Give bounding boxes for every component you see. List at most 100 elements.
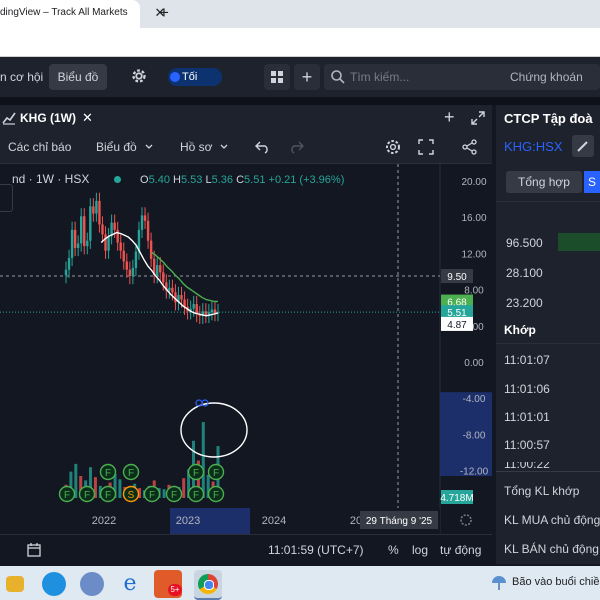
price-tick-label: 20.00 <box>461 177 486 188</box>
fullscreen-icon[interactable] <box>418 139 434 155</box>
candle-body <box>80 216 83 244</box>
price-tick-label: -12.00 <box>460 467 489 478</box>
browser-tab[interactable]: dingView – Track All Markets <box>0 0 140 28</box>
candle-body <box>159 265 162 273</box>
candle-body <box>210 309 214 313</box>
chart-type-dropdown[interactable]: Biểu đồ <box>96 131 137 163</box>
event-marker-label: F <box>128 468 134 479</box>
app-with-badge-icon[interactable]: 5+ <box>154 570 182 598</box>
weather-umbrella-icon[interactable] <box>490 574 508 592</box>
candle-body <box>195 304 198 315</box>
browser-icon[interactable] <box>80 572 104 596</box>
folder-icon[interactable] <box>6 576 24 592</box>
chart-area[interactable]: 20.00 16.00 12.00 8.00 4.00 0.00 -4.00 -8.00 -12… <box>0 164 492 534</box>
volume-bar <box>182 478 186 498</box>
price-level: 96.500 <box>506 236 543 250</box>
symbol-link[interactable]: KHG:HSX <box>504 139 563 154</box>
candle-body <box>213 309 217 314</box>
indicators-button[interactable]: Các chỉ báo <box>8 131 71 163</box>
tab-title: dingView – Track All Markets <box>0 7 128 18</box>
toggle-knob <box>170 72 180 82</box>
search-bar[interactable]: Tìm kiếm... Chứng khoán <box>324 64 600 90</box>
ohlc-legend: O5.40 H5.53 L5.36 C5.51 +0.21 (+3.96%) <box>140 174 344 186</box>
trade-time: 11:00:22 <box>504 462 550 470</box>
event-marker-label: F <box>193 468 199 479</box>
gear-icon[interactable] <box>128 65 150 87</box>
ma-line-white <box>100 231 219 317</box>
nav-link-opportunities[interactable]: n cơ hội <box>0 65 43 89</box>
chart-toolbar: Các chỉ báo Biểu đồ Hồ sơ <box>0 131 492 164</box>
settings-icon[interactable] <box>384 138 402 156</box>
layout-grid-button[interactable] <box>264 64 290 90</box>
expand-icon[interactable] <box>470 110 486 126</box>
event-marker-label: F <box>64 490 70 501</box>
event-marker-label: S <box>128 490 135 501</box>
candle-body <box>131 267 135 277</box>
new-tab-icon[interactable]: + <box>156 4 172 22</box>
candle-body <box>95 200 98 214</box>
price-tick-label: 12.00 <box>461 249 486 260</box>
add-chart-icon[interactable]: + <box>444 105 455 129</box>
symbol-details-panel: CTCP Tập đoà KHG:HSX Tổng hợp S 96.500 2… <box>496 105 600 564</box>
event-marker-label: F <box>193 490 199 501</box>
trade-time: 11:01:01 <box>504 410 550 424</box>
chevron-down-icon <box>220 144 228 149</box>
candle-body <box>168 287 171 291</box>
candle-body <box>107 236 110 251</box>
price-tick-label: -8.00 <box>463 430 486 441</box>
price-tick-label: -4.00 <box>463 394 486 405</box>
profile-dropdown[interactable]: Hồ sơ <box>180 131 213 163</box>
collapse-legend-tab[interactable] <box>0 184 13 212</box>
time-tick-label: 2024 <box>262 515 286 527</box>
price-tick-label: 0.00 <box>464 358 484 369</box>
edit-symbol-button[interactable] <box>572 135 594 157</box>
volume-bar <box>201 422 205 498</box>
candle-body <box>143 215 147 221</box>
dark-mode-toggle[interactable]: Tối <box>168 68 222 86</box>
search-scope-select[interactable]: Chứng khoán <box>510 64 583 90</box>
event-marker-label: F <box>171 490 177 501</box>
legend-symbol: nd · 1W · HSX <box>12 172 90 186</box>
sell-volume-label: KL BÁN chủ động <box>504 542 599 556</box>
divider <box>496 201 600 202</box>
annotation-circle <box>180 402 248 458</box>
add-button[interactable]: + <box>294 64 320 90</box>
clock-time[interactable]: 11:01:59 (UTC+7) <box>268 535 364 565</box>
candle-body <box>86 240 89 247</box>
chart-nav-button[interactable]: Biểu đồ <box>49 64 107 90</box>
tab-summary[interactable]: Tổng hợp <box>506 171 582 193</box>
candle-body <box>128 269 132 277</box>
share-icon[interactable] <box>462 139 478 155</box>
pencil-icon <box>577 141 588 152</box>
close-chart-icon[interactable]: ✕ <box>82 105 93 131</box>
candle-body <box>122 250 125 262</box>
candle-body <box>70 229 74 258</box>
candle-body <box>156 265 159 276</box>
tab-other[interactable]: S <box>584 171 600 193</box>
price-chart[interactable]: 20.0016.0012.008.004.000.00-4.00-8.00-12… <box>0 164 492 534</box>
chrome-icon[interactable] <box>194 570 222 600</box>
search-icon <box>331 70 345 84</box>
date-range-icon[interactable] <box>26 542 42 558</box>
undo-icon[interactable] <box>255 140 271 154</box>
redo-icon[interactable] <box>288 140 304 154</box>
company-name: CTCP Tập đoà <box>504 111 593 126</box>
log-toggle[interactable]: log <box>412 535 428 565</box>
candle-body <box>101 224 104 235</box>
percent-toggle[interactable]: % <box>388 535 399 565</box>
candle-body <box>149 240 153 259</box>
grid-icon <box>271 71 283 83</box>
ie-icon[interactable]: e <box>118 572 142 596</box>
price-level: 28.100 <box>506 266 543 280</box>
candle-body <box>83 216 86 247</box>
date-badge-label: 29 Tháng 9 '25 <box>366 516 433 527</box>
change-value: +0.21 (+3.96%) <box>268 174 345 186</box>
ma-white-price-badge-label: 4.87 <box>447 320 467 331</box>
edge-icon[interactable] <box>42 572 66 596</box>
time-tick-label: 2022 <box>92 515 116 527</box>
chevron-down-icon <box>145 144 153 149</box>
annotation-handle <box>195 399 203 407</box>
weather-text[interactable]: Bão vào buổi chiề <box>512 576 599 588</box>
auto-scale-toggle[interactable]: tự động <box>440 535 481 565</box>
browser-tab-bar: dingView – Track All Markets ✕ + <box>0 0 600 28</box>
